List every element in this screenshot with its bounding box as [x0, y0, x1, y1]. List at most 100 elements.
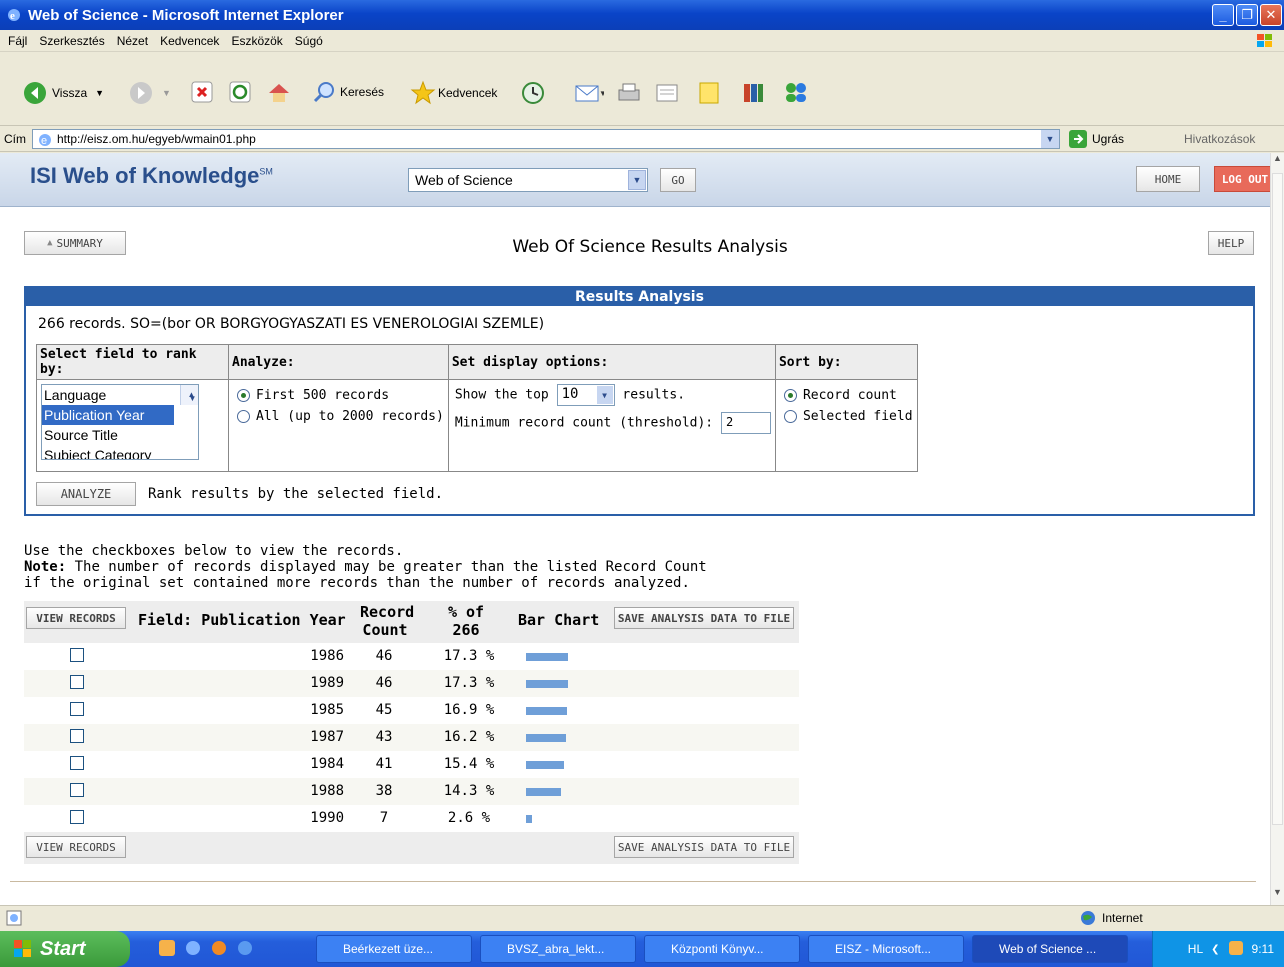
- edit-button[interactable]: [654, 80, 680, 106]
- threshold-row: Minimum record count (threshold): 2: [455, 412, 771, 434]
- row-checkbox[interactable]: [70, 675, 84, 689]
- row-checkbox[interactable]: [70, 783, 84, 797]
- row-checkbox[interactable]: [70, 756, 84, 770]
- logout-button[interactable]: LOG OUT: [1214, 166, 1270, 192]
- stop-button[interactable]: [190, 80, 214, 104]
- percent-header: % of 266: [447, 603, 485, 639]
- field-option-subject-category[interactable]: Subject Category: [42, 445, 198, 459]
- analysis-options-table: Select field to rank by: Analyze: Set di…: [36, 344, 918, 472]
- help-button[interactable]: HELP: [1208, 231, 1254, 255]
- row-checkbox[interactable]: [70, 648, 84, 662]
- printer-icon: [618, 83, 640, 101]
- menu-view[interactable]: Nézet: [117, 34, 148, 48]
- menu-tools[interactable]: Eszközök: [231, 34, 282, 48]
- home-link-button[interactable]: HOME: [1136, 166, 1200, 192]
- tray-app-icon[interactable]: [1228, 940, 1244, 959]
- back-button[interactable]: Vissza ▼: [22, 80, 104, 106]
- scroll-thumb[interactable]: [1272, 173, 1283, 825]
- back-dropdown-icon[interactable]: ▼: [95, 88, 104, 98]
- refresh-button[interactable]: [228, 80, 252, 104]
- scroll-down-icon[interactable]: ▼: [1271, 887, 1284, 905]
- minimize-button[interactable]: _: [1212, 4, 1234, 26]
- view-records-button[interactable]: VIEW RECORDS: [26, 607, 126, 629]
- home-button[interactable]: [266, 80, 292, 106]
- analyze-first-500[interactable]: First 500 records: [237, 388, 444, 403]
- start-button[interactable]: Start: [0, 931, 130, 967]
- task-bvsz[interactable]: BVSZ_abra_lekt...: [480, 935, 636, 963]
- show-top-row: Show the top 10 ▼ results.: [455, 384, 771, 406]
- window-titlebar: e Web of Science - Microsoft Internet Ex…: [0, 0, 1284, 30]
- query-summary: 266 records. SO=(bor OR BORGYOGYASZATI E…: [38, 316, 545, 332]
- table-row: 1987 43 16.2 %: [24, 724, 799, 751]
- row-checkbox[interactable]: [70, 702, 84, 716]
- print-button[interactable]: [616, 80, 642, 106]
- listbox-scrollbar[interactable]: ▲ ▼: [180, 385, 198, 405]
- field-option-source-title[interactable]: Source Title: [42, 425, 198, 445]
- search-button[interactable]: Keresés: [312, 80, 384, 104]
- view-records-bottom-button[interactable]: VIEW RECORDS: [26, 836, 126, 858]
- address-input[interactable]: e http://eisz.om.hu/egyeb/wmain01.php ▼: [32, 129, 1060, 149]
- ie-launch-icon[interactable]: [184, 939, 202, 960]
- task-eisz[interactable]: EISZ - Microsoft...: [808, 935, 964, 963]
- save-analysis-button[interactable]: SAVE ANALYSIS DATA TO FILE: [614, 607, 794, 629]
- table-row: 1989 46 17.3 %: [24, 670, 799, 697]
- forward-button[interactable]: ▼: [128, 80, 171, 106]
- address-dropdown-icon[interactable]: ▼: [1041, 130, 1059, 148]
- summary-button[interactable]: ▲ SUMMARY: [24, 231, 126, 255]
- history-button[interactable]: [520, 80, 546, 106]
- analyze-button[interactable]: ANALYZE: [36, 482, 136, 506]
- database-select[interactable]: Web of Science ▼: [408, 168, 648, 192]
- divider: [10, 881, 1256, 882]
- tray-expand-icon[interactable]: ❮: [1211, 944, 1219, 955]
- research-button[interactable]: [740, 80, 766, 106]
- menu-file[interactable]: Fájl: [8, 34, 27, 48]
- go-db-button[interactable]: GO: [660, 168, 696, 192]
- messenger-button[interactable]: [782, 80, 810, 106]
- menu-edit[interactable]: Szerkesztés: [39, 34, 104, 48]
- windows-flag-icon: [14, 940, 31, 957]
- scroll-down-icon[interactable]: ▼: [183, 389, 198, 405]
- go-button[interactable]: Ugrás: [1068, 129, 1124, 149]
- radio-selected-icon[interactable]: [237, 389, 250, 402]
- sort-record-count[interactable]: Record count: [783, 388, 913, 403]
- close-button[interactable]: ✕: [1260, 4, 1282, 26]
- save-analysis-bottom-button[interactable]: SAVE ANALYSIS DATA TO FILE: [614, 836, 794, 858]
- task-web-of-science[interactable]: Web of Science ...: [972, 935, 1128, 963]
- scroll-up-icon[interactable]: ▲: [1271, 153, 1284, 171]
- restore-button[interactable]: ❐: [1236, 4, 1258, 26]
- field-listbox[interactable]: Language Publication Year Source Title S…: [41, 384, 199, 460]
- task-kozponti[interactable]: Központi Könyv...: [644, 935, 800, 963]
- field-header: Field: Publication Year: [138, 611, 346, 629]
- mail-button[interactable]: ▼: [574, 80, 604, 106]
- row-checkbox[interactable]: [70, 810, 84, 824]
- show-top-select[interactable]: 10 ▼: [556, 384, 615, 406]
- sort-selected-field[interactable]: Selected field: [783, 409, 913, 424]
- menu-favorites[interactable]: Kedvencek: [160, 34, 219, 48]
- threshold-input[interactable]: 2: [720, 412, 771, 434]
- page-content: ISI Web of KnowledgeSM Web of Science ▼ …: [0, 153, 1270, 905]
- outlook-icon[interactable]: [158, 939, 176, 960]
- browser-icon[interactable]: [236, 939, 254, 960]
- field-option-language[interactable]: Language: [42, 385, 198, 405]
- links-label[interactable]: Hivatkozások: [1184, 132, 1255, 146]
- menu-help[interactable]: Súgó: [295, 34, 323, 48]
- radio-empty-icon[interactable]: [237, 410, 250, 423]
- notes-button[interactable]: [696, 80, 722, 106]
- field-option-publication-year[interactable]: Publication Year: [42, 405, 174, 425]
- forward-dropdown-icon[interactable]: ▼: [162, 88, 171, 98]
- page-status-icon: [6, 910, 22, 929]
- favorites-button[interactable]: Kedvencek: [410, 80, 497, 106]
- system-tray: HL ❮ 9:11: [1152, 931, 1284, 967]
- wok-logo[interactable]: ISI Web of KnowledgeSM: [30, 163, 273, 189]
- radio-selected-icon[interactable]: [783, 389, 797, 402]
- analyze-all-2000[interactable]: All (up to 2000 records): [237, 409, 444, 424]
- radio-empty-icon[interactable]: [783, 410, 797, 423]
- page-scrollbar[interactable]: ▲ ▼: [1270, 153, 1284, 905]
- language-indicator[interactable]: HL: [1188, 942, 1203, 956]
- row-checkbox[interactable]: [70, 729, 84, 743]
- stop-icon: [191, 81, 213, 103]
- browser-toolbar: Vissza ▼ ▼ Keresés Kedvencek ▼: [0, 52, 1284, 126]
- task-inbox[interactable]: Beérkezett üze...: [316, 935, 472, 963]
- bar-mark: [526, 761, 564, 769]
- media-icon[interactable]: [210, 939, 228, 960]
